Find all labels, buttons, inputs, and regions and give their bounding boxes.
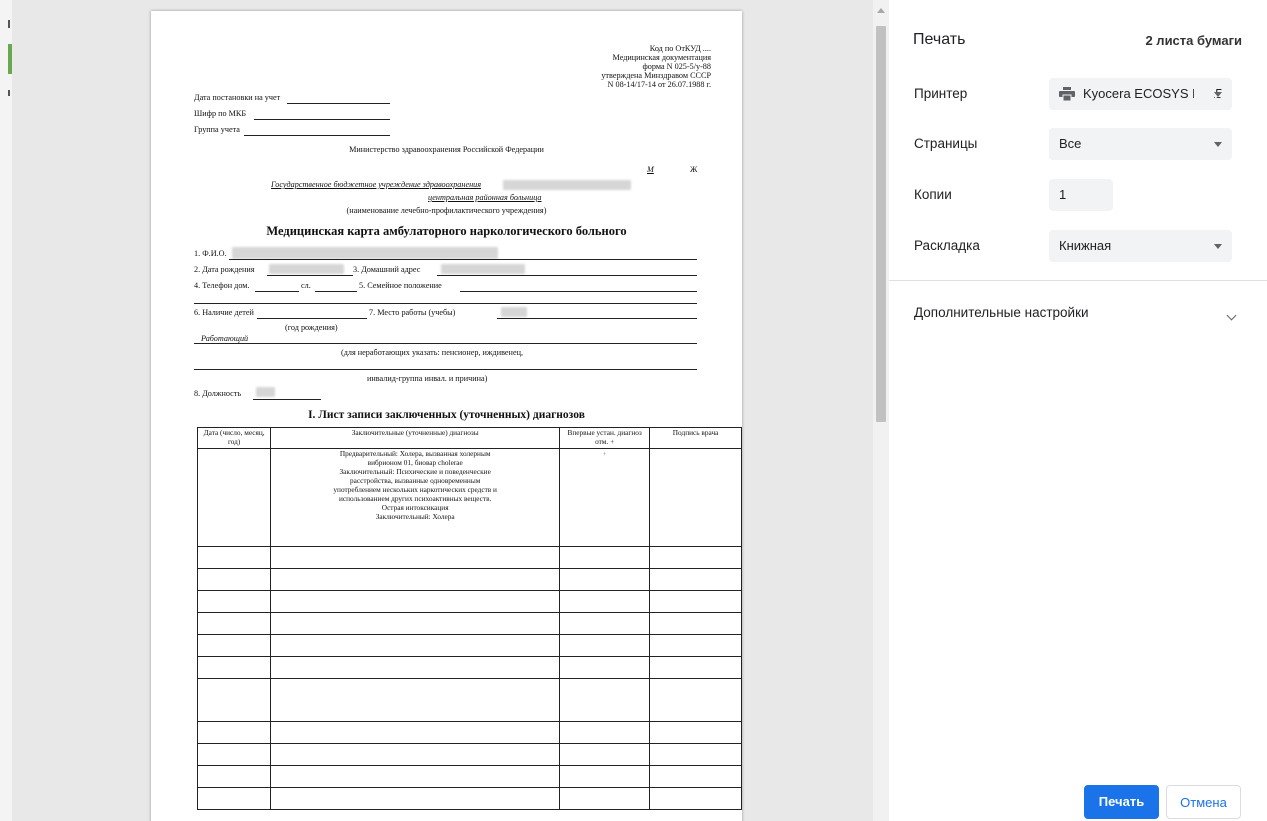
scrollbar-thumb[interactable]: [876, 26, 886, 422]
table-row: [196, 678, 742, 722]
copies-input[interactable]: 1: [1049, 179, 1113, 211]
preview-scrollbar[interactable]: [873, 0, 889, 821]
table-row: [196, 590, 742, 613]
group-label: Группа учета: [194, 125, 240, 134]
app-edge: [0, 0, 12, 821]
sex-female: Ж: [690, 165, 698, 174]
redacted-field: [503, 180, 631, 190]
table-row: [196, 568, 742, 591]
form-header-line: N 08-14/17-14 от 26.07.1988 г.: [607, 80, 711, 89]
pages-select[interactable]: Все: [1049, 128, 1232, 160]
diagnosis-line: использованием других психоактивных веще…: [339, 494, 492, 503]
diagnosis-cell: Предварительный: Холера, вызванная холер…: [270, 448, 561, 547]
ministry-line: Министерство здравоохранения Российской …: [349, 145, 544, 154]
layout-select[interactable]: Книжная: [1049, 230, 1232, 262]
edge-mark: [8, 20, 10, 28]
first-diagnosis-mark: +: [559, 448, 651, 547]
table-header: Заключительные (уточненные) диагнозы: [270, 427, 561, 449]
hospital-line: центральная районная больница: [428, 193, 542, 202]
field-children: 6. Наличие детей: [194, 308, 254, 317]
table-row: [196, 721, 742, 744]
printer-select[interactable]: Kyocera ECOSYS P315: [1049, 78, 1232, 110]
chevron-down-icon[interactable]: [1226, 310, 1237, 321]
birth-note: (год рождения): [285, 323, 338, 332]
field-phone: 4. Телефон дом.: [194, 281, 250, 290]
redacted-field: [269, 264, 344, 274]
document-title: Медицинская карта амбулаторного нарколог…: [266, 224, 627, 238]
print-preview[interactable]: Код по ОтКУД .... Медицинская документац…: [12, 0, 873, 821]
invalid-note: инвалид-группа инвал. и причина): [367, 374, 488, 383]
sex-male: М: [647, 165, 654, 174]
table-row: [196, 612, 742, 635]
cancel-button[interactable]: Отмена: [1166, 785, 1241, 819]
printer-icon: [1059, 87, 1075, 101]
table-row: [196, 743, 742, 766]
field-address: 3. Домашний адрес: [353, 265, 421, 274]
table-row: Предварительный: Холера, вызванная холер…: [196, 448, 742, 547]
layout-label: Раскладка: [914, 238, 980, 253]
printer-label: Принтер: [914, 86, 968, 101]
diagnosis-line: употреблением нескольких наркотических с…: [333, 485, 497, 494]
pages-value: Все: [1059, 136, 1082, 151]
table-row: [196, 546, 742, 569]
pages-label: Страницы: [914, 136, 978, 151]
mkb-label: Шифр по МКБ: [194, 109, 247, 118]
chevron-down-icon: [1214, 92, 1222, 97]
institution-line: Государственное бюджетное учреждение здр…: [271, 180, 482, 189]
institution-note: (наименование лечебно-профилактического …: [346, 206, 547, 215]
reg-date-label: Дата постановки на учет: [194, 93, 281, 102]
section-title: I. Лист записи заключенных (уточненных) …: [308, 409, 585, 421]
table-header: Впервые устан. диагноз отм. +: [559, 427, 651, 449]
field-workplace: 7. Место работы (учебы): [369, 308, 456, 317]
layout-value: Книжная: [1059, 238, 1112, 253]
table-cell: [196, 448, 272, 547]
diagnosis-line: Заключительный: Холера: [375, 512, 455, 521]
print-button[interactable]: Печать: [1084, 785, 1159, 819]
copies-label: Копии: [914, 187, 952, 202]
print-settings-panel: Печать 2 листа бумаги Принтер Kyocera EC…: [889, 0, 1267, 821]
chevron-down-icon: [1214, 244, 1222, 249]
redacted-field: [441, 264, 525, 274]
sheet-count: 2 листа бумаги: [1145, 33, 1242, 48]
scroll-up-arrow-icon[interactable]: [877, 8, 885, 13]
diagnosis-table: Дата (число, месяц, год) Заключительные …: [196, 427, 742, 810]
table-row: [196, 634, 742, 657]
preview-page: Код по ОтКУД .... Медицинская документац…: [151, 11, 742, 821]
printer-value: Kyocera ECOSYS P315: [1083, 86, 1223, 101]
diagnosis-line: вибрионом 01, биовар cholerae: [367, 458, 463, 467]
table-row: [196, 787, 742, 810]
edge-mark: [8, 90, 10, 96]
diagnosis-line: Острая интоксикация: [381, 503, 449, 512]
panel-title: Печать: [913, 31, 966, 48]
table-row: [196, 656, 742, 679]
field-phone-work: сл.: [301, 281, 311, 290]
field-birthdate: 2. Дата рождения: [194, 265, 255, 274]
redacted-field: [232, 247, 498, 259]
chevron-down-icon: [1214, 142, 1222, 147]
table-row: [196, 765, 742, 788]
field-fio: 1. Ф.И.О.: [194, 249, 227, 258]
more-settings-toggle[interactable]: Дополнительные настройки: [914, 305, 1089, 320]
redacted-field: [501, 307, 527, 317]
table-header: Подпись врача: [649, 427, 742, 449]
nonwork-note: (для неработающих указать: пенсионер, иж…: [341, 348, 524, 357]
table-header: Дата (число, месяц, год): [196, 427, 272, 449]
diagnosis-line: расстройства, вызванные одновременным: [350, 476, 481, 485]
table-cell: [649, 448, 742, 547]
field-family: 5. Семейное положение: [359, 281, 442, 290]
redacted-field: [256, 387, 275, 397]
divider: [889, 280, 1267, 281]
field-position: 8. Должность: [194, 389, 242, 398]
diagnosis-line: Предварительный: Холера, вызванная холер…: [339, 449, 491, 458]
diagnosis-line: Заключительный: Психические и поведенчес…: [339, 467, 491, 476]
